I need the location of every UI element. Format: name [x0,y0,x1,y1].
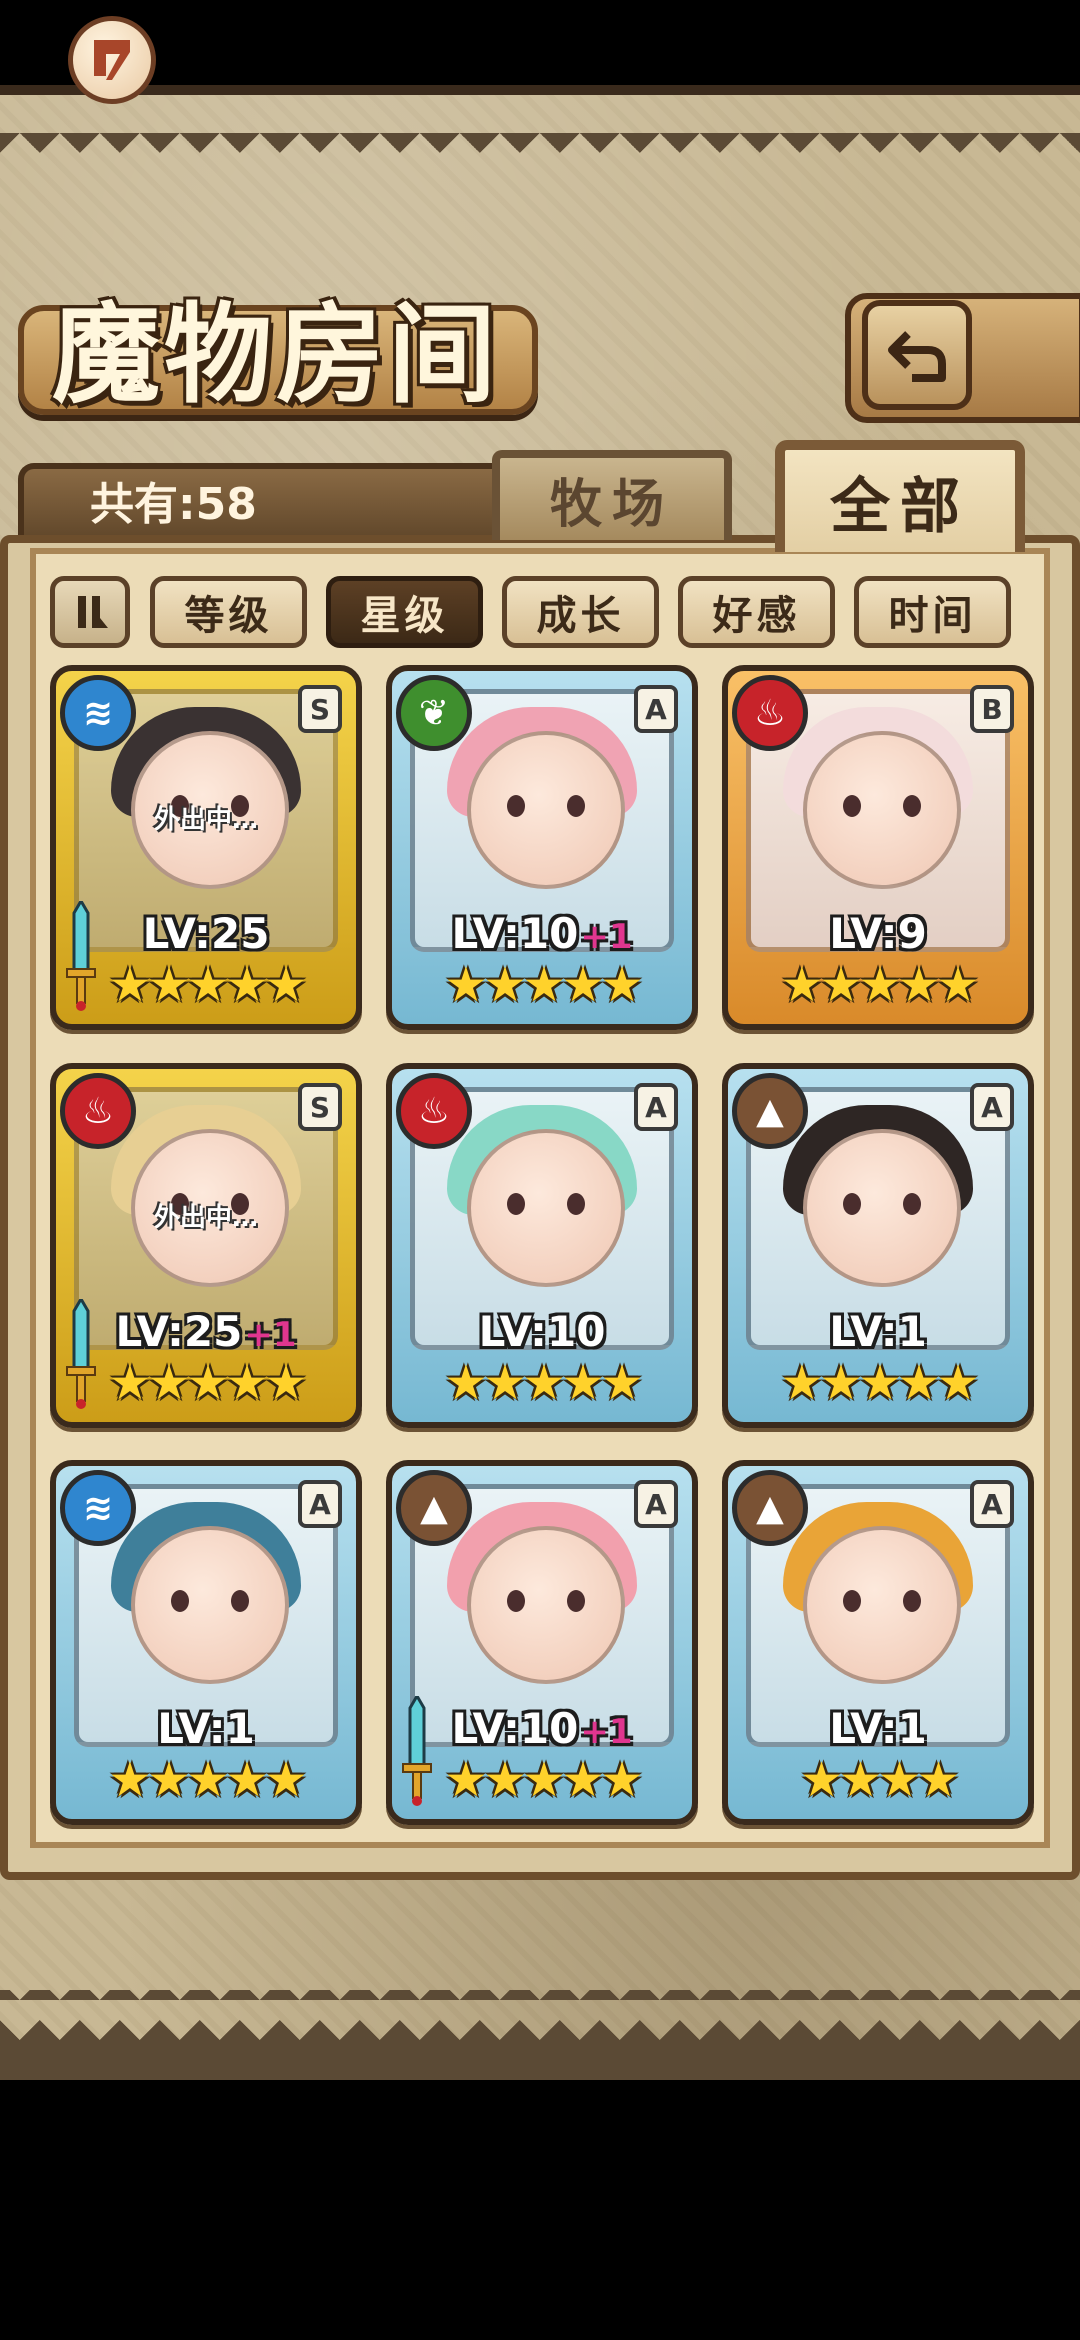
bottom-band [0,2040,1080,2080]
level-bonus: +1 [580,917,633,957]
monster-card[interactable]: ❦ A LV:10+1 ★★★★★ [386,665,698,1030]
return-arrow-icon [888,331,946,382]
star-rating: ★★★★★ [780,957,979,1013]
sort-by-time[interactable]: 时间 [854,576,1011,648]
bottom-border-decoration [0,1990,1080,2040]
level-label: LV:1 [56,1704,356,1753]
game-logo-icon[interactable] [68,16,156,104]
level-bonus: +1 [580,1712,633,1752]
monster-portrait [803,731,961,889]
sort-by-growth[interactable]: 成长 [502,576,659,648]
water-element-icon: ≋ [60,1470,136,1546]
monster-portrait [467,1129,625,1287]
star-rating: ★★★★★ [444,957,643,1013]
level-label: LV:10+1 [392,1704,692,1753]
monster-portrait [467,1526,625,1684]
level-value: LV:1 [157,1704,255,1753]
tab-all[interactable]: 全部 [775,440,1025,552]
sort-by-affection[interactable]: 好感 [678,576,835,648]
away-status-label: 外出中… [153,805,258,835]
fire-element-icon: ♨ [60,1073,136,1149]
level-label: LV:25+1 [56,1307,356,1356]
rank-badge: S [298,685,342,733]
monster-portrait [803,1526,961,1684]
level-value: LV:25 [115,1307,243,1356]
star-rating: ★★★★★ [108,957,307,1013]
monster-card[interactable]: ♨ A LV:10 ★★★★★ [386,1063,698,1428]
star-rating: ★★★★ [799,1752,960,1808]
away-status-label: 外出中… [153,1203,258,1233]
monster-card[interactable]: ♨ S 外出中… LV:25+1 ★★★★★ [50,1063,362,1428]
level-label: LV:25 [56,909,356,958]
rank-badge: A [634,1083,678,1131]
level-bonus: +1 [244,1315,297,1355]
rank-badge: A [970,1480,1014,1528]
page-title: 魔物房间 [52,292,501,418]
fire-element-icon: ♨ [732,675,808,751]
monster-card[interactable]: ▲ A LV:10+1 ★★★★★ [386,1460,698,1825]
star-rating: ★★★★★ [108,1752,307,1808]
level-value: LV:10 [451,1704,579,1753]
water-element-icon: ≋ [60,675,136,751]
monster-portrait [131,1526,289,1684]
star-rating: ★★★★★ [780,1355,979,1411]
level-label: LV:10 [392,1307,692,1356]
earth-element-icon: ▲ [732,1073,808,1149]
earth-element-icon: ▲ [732,1470,808,1546]
wood-element-icon: ❦ [396,675,472,751]
rank-badge: A [634,685,678,733]
sort-order-toggle[interactable] [50,576,130,648]
level-value: LV:10 [478,1307,606,1356]
level-value: LV:1 [829,1704,927,1753]
monster-card[interactable]: ▲ A LV:1 ★★★★★ [722,1063,1034,1428]
monster-count: 共有:58 [90,479,257,530]
top-border-decoration [0,133,1080,173]
level-value: LV:1 [829,1307,927,1356]
level-value: LV:9 [829,909,927,958]
level-label: LV:10+1 [392,909,692,958]
level-value: LV:25 [142,909,270,958]
star-rating: ★★★★★ [108,1355,307,1411]
sword-icon [66,1299,96,1409]
emblem-icon [94,40,130,80]
rank-badge: S [298,1083,342,1131]
star-rating: ★★★★★ [444,1752,643,1808]
monster-card[interactable]: ≋ S 外出中… LV:25 ★★★★★ [50,665,362,1030]
rank-badge: A [970,1083,1014,1131]
sort-bars-icon [78,596,108,628]
monster-portrait [803,1129,961,1287]
sword-icon [66,901,96,1011]
fire-element-icon: ♨ [396,1073,472,1149]
rank-badge: A [298,1480,342,1528]
star-rating: ★★★★★ [444,1355,643,1411]
monster-card[interactable]: ≋ A LV:1 ★★★★★ [50,1460,362,1825]
rank-badge: B [970,685,1014,733]
level-value: LV:10 [451,909,579,958]
sort-by-level[interactable]: 等级 [150,576,307,648]
back-button[interactable] [862,300,972,410]
level-label: LV:9 [728,909,1028,958]
tab-ranch[interactable]: 牧场 [492,450,732,540]
sword-icon [402,1696,432,1806]
sort-by-stars[interactable]: 星级 [326,576,483,648]
level-label: LV:1 [728,1307,1028,1356]
monster-card[interactable]: ♨ B LV:9 ★★★★★ [722,665,1034,1030]
monster-portrait [467,731,625,889]
rank-badge: A [634,1480,678,1528]
earth-element-icon: ▲ [396,1470,472,1546]
monster-card[interactable]: ▲ A LV:1 ★★★★ [722,1460,1034,1825]
level-label: LV:1 [728,1704,1028,1753]
